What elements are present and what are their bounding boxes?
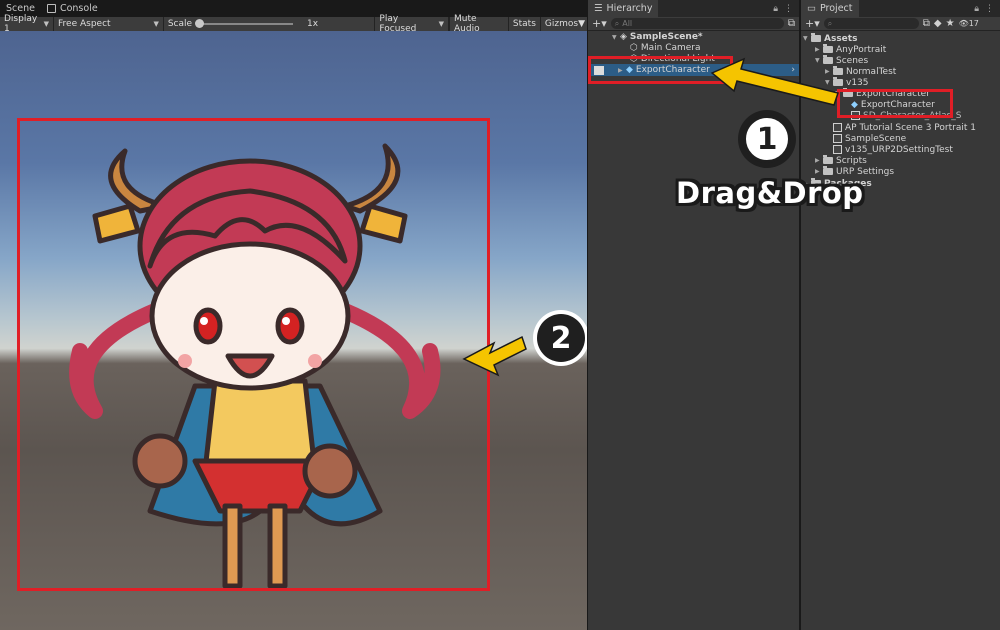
hierarchy-search-input[interactable]: ⌕ All bbox=[610, 18, 784, 29]
chevron-down-icon: ▼ bbox=[153, 20, 159, 28]
tab-hierarchy-label: Hierarchy bbox=[606, 3, 653, 14]
step1-number: 1 bbox=[743, 115, 791, 163]
tree-item-ap-tutorial-scene[interactable]: AP Tutorial Scene 3 Portrait 1 bbox=[801, 122, 1000, 133]
tree-item-label: SampleScene bbox=[845, 133, 907, 144]
aspect-value: Free Aspect bbox=[58, 19, 111, 29]
console-icon bbox=[46, 4, 56, 13]
expand-triangle-icon[interactable]: ▼ bbox=[803, 35, 811, 42]
aspect-dropdown[interactable]: Free Aspect ▼ bbox=[54, 17, 164, 31]
arrow-left-icon bbox=[462, 335, 527, 377]
step2-badge: 2 bbox=[533, 310, 587, 366]
tree-item-anyportrait[interactable]: ▶ AnyPortrait bbox=[801, 44, 1000, 55]
tab-scene-label: Scene bbox=[6, 3, 35, 14]
expand-triangle-icon[interactable]: ▼ bbox=[612, 34, 620, 41]
scene-file-icon bbox=[833, 123, 842, 132]
step1-badge: 1 bbox=[738, 110, 796, 168]
step2-number: 2 bbox=[537, 314, 585, 362]
lock-icon[interactable]: 🔒︎ bbox=[773, 4, 778, 14]
folder-icon: ▭ bbox=[807, 3, 816, 14]
tab-project[interactable]: ▭ Project bbox=[801, 0, 859, 17]
expand-triangle-icon[interactable]: ▶ bbox=[815, 46, 823, 53]
tree-item-assets[interactable]: ▼ Assets bbox=[801, 33, 1000, 44]
kebab-menu-icon[interactable]: ⋮ bbox=[985, 4, 994, 14]
tree-item-label: AnyPortrait bbox=[836, 44, 887, 55]
drag-drop-caption: Drag&Drop bbox=[676, 176, 864, 210]
stats-button[interactable]: Stats bbox=[507, 17, 540, 31]
drag-arrow-icon bbox=[710, 57, 839, 106]
mute-audio-button[interactable]: Mute Audio bbox=[449, 14, 508, 34]
scene-name: SampleScene* bbox=[629, 32, 703, 42]
tree-item-label: v135_URP2DSettingTest bbox=[845, 144, 953, 155]
lock-icon[interactable]: 🔒︎ bbox=[974, 4, 979, 14]
filter-label-icon[interactable]: ◆ bbox=[934, 18, 942, 29]
scale-slider-knob[interactable] bbox=[195, 19, 205, 28]
stats-label: Stats bbox=[512, 19, 536, 29]
tree-item-label: Assets bbox=[824, 33, 858, 44]
gizmos-label: Gizmos bbox=[544, 19, 579, 29]
tab-console-label: Console bbox=[59, 3, 98, 14]
hierarchy-list-icon: ☰ bbox=[594, 3, 603, 14]
play-mode-dropdown[interactable]: Play Focused ▼ bbox=[374, 14, 450, 34]
gameobject-cube-icon: ⬡ bbox=[630, 43, 638, 53]
tree-item-samplescene[interactable]: SampleScene bbox=[801, 133, 1000, 144]
unity-scene-icon: ◈ bbox=[620, 32, 627, 42]
search-icon: ⌕ bbox=[827, 18, 833, 28]
expand-triangle-icon[interactable]: ▶ bbox=[815, 157, 823, 164]
kebab-menu-icon[interactable]: ⋮ bbox=[784, 4, 793, 14]
scale-label: Scale bbox=[167, 19, 193, 29]
project-search-input[interactable]: ⌕ bbox=[823, 18, 919, 29]
game-viewport[interactable]: 2 bbox=[0, 31, 587, 630]
game-view-panel: Scene Console Display 1 ▼ Free Aspect ▼ … bbox=[0, 0, 587, 630]
folder-icon bbox=[811, 33, 821, 42]
tree-item-label: Scripts bbox=[836, 155, 867, 166]
hidden-count: 17 bbox=[968, 19, 979, 28]
expand-triangle-icon[interactable]: ▶ bbox=[815, 168, 823, 175]
scene-file-icon bbox=[833, 134, 842, 143]
favorite-icon[interactable]: ★ bbox=[946, 18, 955, 29]
folder-icon bbox=[823, 155, 833, 164]
hidden-packages-button[interactable]: 👁︎17 bbox=[959, 19, 979, 28]
chevron-down-icon: ▼ bbox=[43, 20, 50, 28]
display-dropdown[interactable]: Display 1 ▼ bbox=[0, 14, 55, 34]
folder-icon bbox=[823, 166, 833, 175]
tab-console[interactable]: Console bbox=[41, 0, 104, 17]
character-highlight-box bbox=[17, 118, 490, 591]
filter-type-icon[interactable]: ⧉ bbox=[923, 18, 930, 29]
add-object-button[interactable]: +▾ bbox=[592, 17, 607, 30]
search-placeholder: All bbox=[622, 19, 633, 28]
gizmos-dropdown[interactable]: Gizmos ▼ bbox=[539, 17, 587, 31]
tree-item-label: URP Settings bbox=[836, 166, 895, 177]
game-toolbar: Display 1 ▼ Free Aspect ▼ Scale 1x Play … bbox=[0, 14, 587, 34]
project-toolbar: +▾ ⌕ ⧉ ◆ ★ 👁︎17 bbox=[801, 17, 1000, 31]
scene-file-icon bbox=[833, 145, 842, 154]
hierarchy-tabbar: ☰ Hierarchy 🔒︎ ⋮ bbox=[588, 0, 799, 17]
search-icon: ⌕ bbox=[614, 18, 620, 28]
tab-hierarchy[interactable]: ☰ Hierarchy bbox=[588, 0, 659, 17]
hierarchy-toolbar: +▾ ⌕ All ⧉ bbox=[588, 17, 799, 31]
chevron-down-icon: ▼ bbox=[578, 19, 585, 29]
create-asset-button[interactable]: +▾ bbox=[805, 17, 820, 30]
tree-item-scripts[interactable]: ▶ Scripts bbox=[801, 155, 1000, 166]
filter-icon[interactable]: ⧉ bbox=[788, 18, 795, 29]
project-tabbar: ▭ Project 🔒︎ ⋮ bbox=[801, 0, 1000, 17]
tree-item-urp2d-setting-test[interactable]: v135_URP2DSettingTest bbox=[801, 144, 1000, 155]
scale-control: Scale 1x bbox=[164, 17, 375, 31]
hierarchy-item-label: Main Camera bbox=[640, 43, 701, 53]
chevron-down-icon: ▼ bbox=[438, 20, 445, 28]
scale-slider[interactable] bbox=[195, 19, 294, 28]
tree-item-label: AP Tutorial Scene 3 Portrait 1 bbox=[845, 122, 976, 133]
folder-icon bbox=[823, 44, 833, 53]
tab-project-label: Project bbox=[819, 3, 853, 14]
scale-value: 1x bbox=[307, 19, 319, 29]
